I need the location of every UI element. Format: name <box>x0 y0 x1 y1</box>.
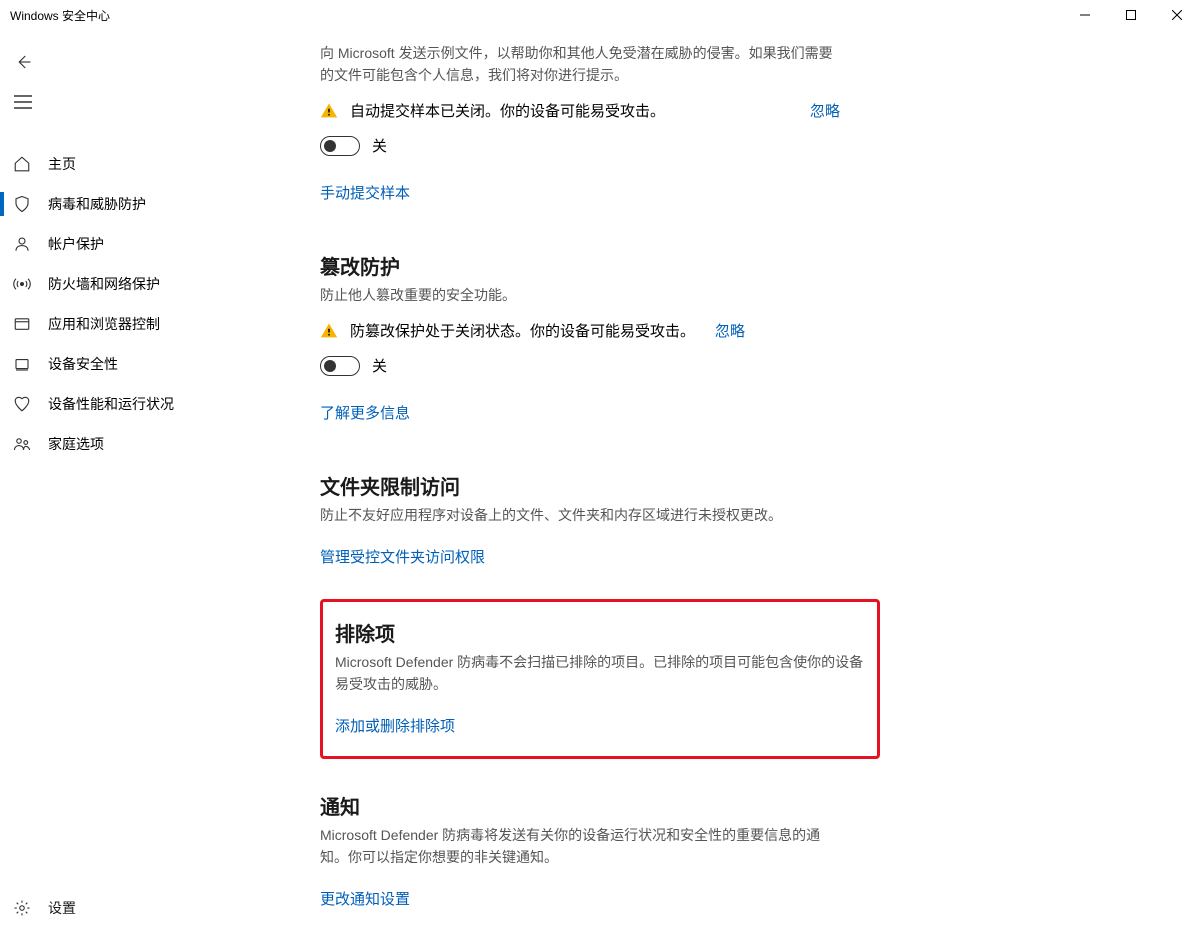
sidebar-item-family[interactable]: 家庭选项 <box>0 424 320 464</box>
settings-label: 设置 <box>48 898 76 918</box>
sidebar-item-label: 帐户保护 <box>48 234 104 254</box>
warning-icon <box>320 322 338 340</box>
folder-desc: 防止不友好应用程序对设备上的文件、文件夹和内存区域进行未授权更改。 <box>320 504 840 526</box>
sample-dismiss-link[interactable]: 忽略 <box>810 100 840 121</box>
maximize-button[interactable] <box>1108 0 1154 30</box>
warning-icon <box>320 102 338 120</box>
close-button[interactable] <box>1154 0 1200 30</box>
sidebar-item-label: 设备安全性 <box>48 354 118 374</box>
sidebar-item-label: 应用和浏览器控制 <box>48 314 160 334</box>
tamper-title: 篡改防护 <box>320 251 840 280</box>
back-button[interactable] <box>0 42 320 82</box>
person-icon <box>12 234 32 254</box>
family-icon <box>12 434 32 454</box>
sample-toggle-label: 关 <box>372 135 387 156</box>
gear-icon <box>12 898 32 918</box>
shield-icon <box>12 194 32 214</box>
notify-desc: Microsoft Defender 防病毒将发送有关你的设备运行状况和安全性的… <box>320 824 840 868</box>
window-controls <box>1062 0 1200 30</box>
tamper-toggle-label: 关 <box>372 355 387 376</box>
home-icon <box>12 154 32 174</box>
sidebar-item-label: 家庭选项 <box>48 434 104 454</box>
heart-icon <box>12 394 32 414</box>
app-icon <box>12 314 32 334</box>
sidebar-item-performance[interactable]: 设备性能和运行状况 <box>0 384 320 424</box>
sample-desc: 向 Microsoft 发送示例文件，以帮助你和其他人免受潜在威胁的侵害。如果我… <box>320 42 840 86</box>
antenna-icon <box>12 274 32 294</box>
tamper-toggle[interactable] <box>320 356 360 376</box>
hamburger-button[interactable] <box>0 82 320 122</box>
sample-link[interactable]: 手动提交样本 <box>320 182 410 203</box>
sample-warning: 自动提交样本已关闭。你的设备可能易受攻击。 <box>350 100 665 121</box>
titlebar: Windows 安全中心 <box>0 0 1200 30</box>
notify-title: 通知 <box>320 791 840 820</box>
tamper-link[interactable]: 了解更多信息 <box>320 402 410 423</box>
sidebar-item-label: 设备性能和运行状况 <box>48 394 174 414</box>
sidebar-item-label: 防火墙和网络保护 <box>48 274 160 294</box>
exclusions-link[interactable]: 添加或删除排除项 <box>335 715 455 736</box>
sidebar-item-firewall[interactable]: 防火墙和网络保护 <box>0 264 320 304</box>
exclusions-desc: Microsoft Defender 防病毒不会扫描已排除的项目。已排除的项目可… <box>335 651 865 695</box>
sidebar-item-app-browser[interactable]: 应用和浏览器控制 <box>0 304 320 344</box>
sidebar-item-device-security[interactable]: 设备安全性 <box>0 344 320 384</box>
tamper-warning: 防篡改保护处于关闭状态。你的设备可能易受攻击。 <box>350 320 695 341</box>
sidebar-item-settings[interactable]: 设置 <box>0 884 320 932</box>
exclusions-title: 排除项 <box>335 618 865 647</box>
notify-link[interactable]: 更改通知设置 <box>320 888 410 909</box>
folder-link[interactable]: 管理受控文件夹访问权限 <box>320 546 485 567</box>
content: 向 Microsoft 发送示例文件，以帮助你和其他人免受潜在威胁的侵害。如果我… <box>320 30 1200 932</box>
sidebar-item-virus[interactable]: 病毒和威胁防护 <box>0 184 320 224</box>
tamper-dismiss-link[interactable]: 忽略 <box>715 320 745 341</box>
sidebar-item-label: 病毒和威胁防护 <box>48 194 146 214</box>
sidebar: 主页 病毒和威胁防护 帐户保护 <box>0 30 320 932</box>
sample-toggle[interactable] <box>320 136 360 156</box>
sidebar-item-home[interactable]: 主页 <box>0 144 320 184</box>
chip-icon <box>12 354 32 374</box>
minimize-button[interactable] <box>1062 0 1108 30</box>
sidebar-item-account[interactable]: 帐户保护 <box>0 224 320 264</box>
folder-title: 文件夹限制访问 <box>320 471 840 500</box>
tamper-desc: 防止他人篡改重要的安全功能。 <box>320 284 840 306</box>
sidebar-item-label: 主页 <box>48 154 76 174</box>
exclusions-highlight: 排除项 Microsoft Defender 防病毒不会扫描已排除的项目。已排除… <box>320 599 880 759</box>
window-title: Windows 安全中心 <box>10 7 110 24</box>
